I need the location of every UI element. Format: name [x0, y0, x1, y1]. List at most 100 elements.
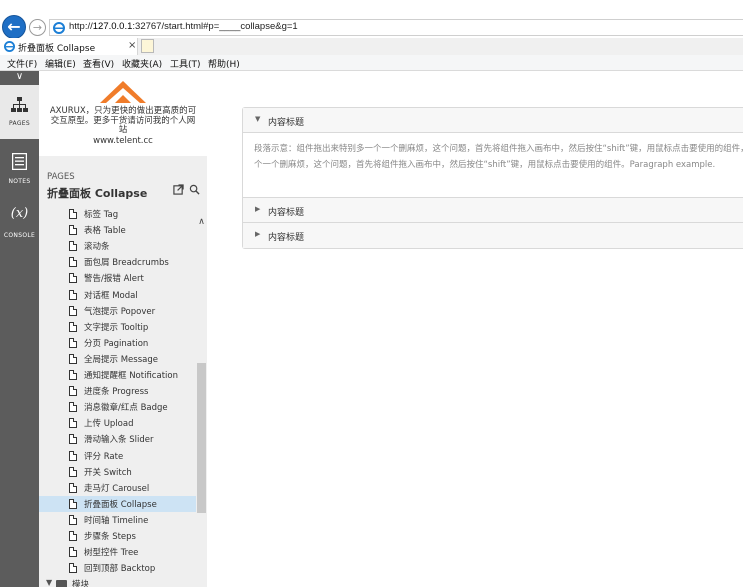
page-tree-label: 回到顶部 Backtop	[84, 564, 156, 575]
sitemap-panel: AXURUX，只为更快的做出更高质的可交互原型。更多干货请访问我的个人网站 ww…	[39, 71, 207, 587]
site-link[interactable]: www.telent.cc	[39, 136, 207, 146]
folder-label: 模块	[72, 580, 90, 587]
collapse-header-3[interactable]: ▶ 内容标题	[243, 223, 743, 248]
page-tree-item[interactable]: 消息徽章/红点 Badge	[39, 399, 196, 415]
scroll-thumb[interactable]	[197, 363, 206, 513]
page-tree-item[interactable]: 面包屑 Breadcrumbs	[39, 254, 196, 270]
tree-scrollbar[interactable]: ∧	[196, 203, 207, 587]
collapse-header-2[interactable]: ▶ 内容标题	[243, 198, 743, 223]
tab-close-icon[interactable]: ×	[128, 40, 136, 51]
menu-edit[interactable]: 编辑(E)	[45, 57, 76, 70]
page-tree-item[interactable]: 全局提示 Message	[39, 351, 196, 367]
back-button[interactable]: ←	[2, 15, 26, 39]
page-icon	[69, 466, 77, 477]
browser-chrome: ← → http://127.0.0.1:32767/start.html#p=…	[0, 0, 743, 71]
pages-label: PAGES	[47, 172, 75, 182]
collapse-paragraph: 段落示意：组件拖出来特别多一个一个删麻烦，这个问题，首先将组件拖入画布中，然后按…	[254, 144, 743, 170]
collapse-title: 内容标题	[268, 208, 305, 218]
current-page-title: 折叠面板 Collapse	[47, 187, 148, 200]
page-icon	[69, 370, 77, 380]
page-tree-item[interactable]: 回到顶部 Backtop	[39, 560, 196, 576]
page-tree-label: 树型控件 Tree	[84, 548, 139, 559]
address-bar[interactable]: http://127.0.0.1:32767/start.html#p=____…	[49, 19, 743, 36]
left-rail: ∨ PAGES NOTES (x) CONSOLE	[0, 71, 39, 587]
page-tree-item[interactable]: 步骤条 Steps	[39, 528, 196, 544]
page-tree-item[interactable]: 文字提示 Tooltip	[39, 319, 196, 335]
page-tree-item[interactable]: 上传 Upload	[39, 415, 196, 431]
page-tree-item[interactable]: 树型控件 Tree	[39, 544, 196, 560]
folder-toggle-icon[interactable]: ▼	[46, 578, 52, 587]
page-icon	[69, 402, 77, 413]
page-icon	[69, 289, 77, 300]
rail-console-button[interactable]: (x) CONSOLE	[0, 197, 39, 251]
page-tree-label: 时间轴 Timeline	[84, 515, 149, 526]
rail-console-label: CONSOLE	[3, 232, 36, 239]
back-arrow-icon: ←	[7, 17, 21, 36]
page-tree-item[interactable]: 分页 Pagination	[39, 335, 196, 351]
page-tree-label: 全局提示 Message	[84, 354, 158, 365]
page-tree-item[interactable]: 滑动输入条 Slider	[39, 431, 196, 447]
logo-tagline: AXURUX，只为更快的做出更高质的可交互原型。更多干货请访问我的个人网站	[49, 106, 197, 135]
rail-notes-button[interactable]: NOTES	[0, 143, 39, 197]
page-icon	[69, 225, 77, 236]
page-tree-label: 表格 Table	[84, 226, 126, 237]
page-tree-item[interactable]: 通知提醒框 Notification	[39, 367, 196, 383]
ie-icon	[53, 22, 65, 34]
page-tree-item[interactable]: 表格 Table	[39, 222, 196, 238]
page-tree-item[interactable]: 对话框 Modal	[39, 287, 196, 303]
page-tree-item[interactable]: 标签 Tag	[39, 206, 196, 222]
menu-favorites[interactable]: 收藏夹(A)	[122, 57, 162, 70]
page-tree-item[interactable]: 滚动条	[39, 238, 196, 254]
caret-down-icon: ▼	[255, 115, 261, 123]
page-tree-item[interactable]: 气泡提示 Popover	[39, 303, 196, 319]
page-icon	[69, 241, 77, 252]
page-tree-label: 对话框 Modal	[84, 290, 138, 301]
page-tree-item[interactable]: 时间轴 Timeline	[39, 512, 196, 528]
collapse-chevron-icon[interactable]: ∨	[0, 71, 39, 85]
page-tree-label: 气泡提示 Popover	[84, 306, 156, 317]
axurux-logo	[100, 81, 146, 103]
page-tree-item[interactable]: 开关 Switch	[39, 464, 196, 480]
page-tree: 标签 Tag 表格 Table 滚动条 面包屑 Breadcrumbs 警告/报错 Al…	[39, 203, 196, 587]
page-tree-item[interactable]: 警告/报错 Alert	[39, 270, 196, 286]
forward-button[interactable]: →	[29, 19, 46, 36]
collapse-title: 内容标题	[268, 118, 305, 128]
menu-view[interactable]: 查看(V)	[83, 57, 114, 70]
rail-pages-button[interactable]: PAGES	[0, 85, 39, 139]
page-tree-label: 评分 Rate	[84, 451, 124, 462]
page-icon	[69, 547, 77, 558]
page-tree-label: 消息徽章/红点 Badge	[84, 403, 168, 414]
caret-right-icon: ▶	[255, 205, 261, 213]
browser-tab[interactable]: 折叠面板 Collapse ×	[0, 38, 138, 55]
page-tree-label: 步骤条 Steps	[84, 532, 136, 542]
page-tree-item[interactable]: 折叠面板 Collapse	[39, 495, 196, 512]
page-tree-item[interactable]: 评分 Rate	[39, 448, 196, 464]
page-tree-folder[interactable]: ▼ 模块	[39, 576, 196, 587]
collapse-title: 内容标题	[268, 233, 305, 243]
menu-file[interactable]: 文件(F)	[7, 57, 37, 70]
console-icon: (x)	[10, 206, 29, 221]
page-canvas: ▼ 内容标题 段落示意：组件拖出来特别多一个一个删麻烦，这个问题，首先将组件拖入…	[208, 71, 743, 587]
collapse-header-1[interactable]: ▼ 内容标题	[243, 108, 743, 133]
rail-notes-label: NOTES	[8, 178, 31, 185]
page-icon	[69, 257, 77, 268]
tab-title: 折叠面板 Collapse	[18, 44, 96, 54]
new-tab-button[interactable]	[141, 39, 154, 53]
open-external-icon[interactable]	[172, 184, 184, 196]
page-tree-label: 走马灯 Carousel	[84, 483, 150, 494]
menu-help[interactable]: 帮助(H)	[208, 57, 240, 70]
pages-header: PAGES 折叠面板 Collapse	[39, 156, 207, 203]
page-icon	[69, 353, 77, 364]
page-tree-item[interactable]: 走马灯 Carousel	[39, 480, 196, 496]
forward-arrow-icon: →	[32, 21, 43, 34]
page-tree-label: 折叠面板 Collapse	[84, 499, 157, 510]
page-tree-item[interactable]: 进度条 Progress	[39, 383, 196, 399]
notes-icon	[12, 153, 27, 170]
menu-tools[interactable]: 工具(T)	[170, 57, 201, 70]
search-page-icon[interactable]	[188, 184, 200, 196]
scroll-up-icon[interactable]: ∧	[196, 217, 207, 227]
page-tree-label: 文字提示 Tooltip	[84, 322, 149, 333]
page-icon	[69, 209, 77, 219]
page-icon	[69, 450, 77, 461]
caret-right-icon: ▶	[255, 230, 261, 238]
